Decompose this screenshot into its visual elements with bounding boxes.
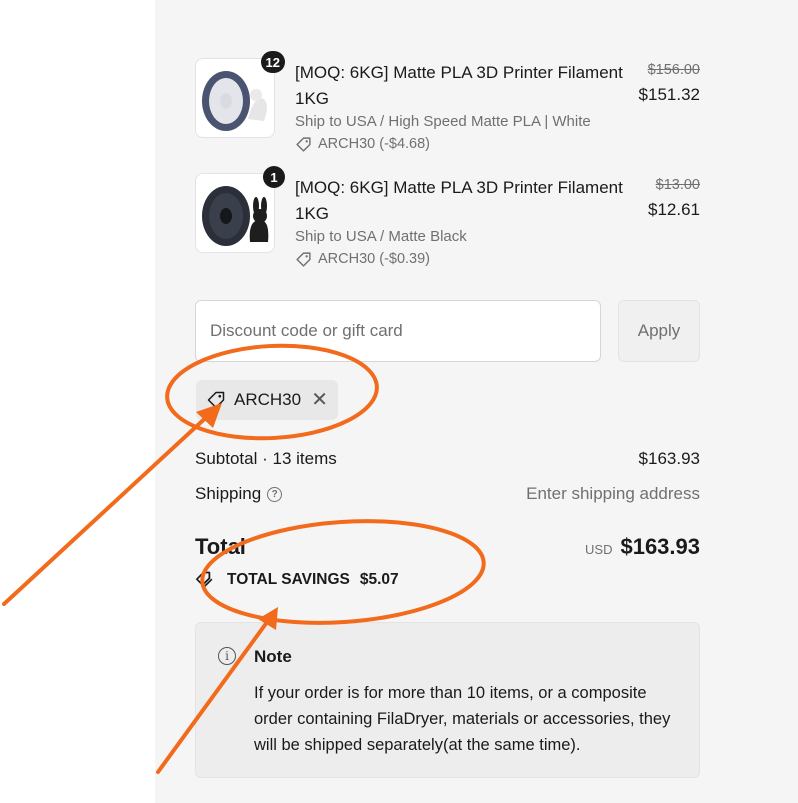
info-icon: i [218,647,236,665]
item-variant: Ship to USA / Matte Black [295,228,467,245]
item-discount: ARCH30 (-$0.39) [295,249,430,269]
savings-label: TOTAL SAVINGS [227,571,350,588]
tag-icon [296,136,311,152]
savings-value: $5.07 [359,571,399,588]
total-savings: TOTAL SAVINGS $5.07 [195,570,399,590]
item-discount-label: ARCH30 (-$0.39) [318,251,431,267]
discount-code-input[interactable] [195,300,601,362]
item-title: [MOQ: 6KG] Matte PLA 3D Printer Filament… [295,63,623,108]
help-icon[interactable]: ? [267,487,283,503]
spool-image [202,71,267,131]
savings-tag-icon [195,571,213,588]
item-discount-label: ARCH30 (-$4.68) [318,136,431,152]
total-amount: $163.93 [620,534,700,559]
shipping-label: Shipping [195,484,262,503]
tag-icon [296,251,311,267]
subtotal-value: $163.93 [638,449,700,468]
shipping-value: Enter shipping address [526,484,700,503]
note-body: If your order is for more than 10 items,… [254,684,671,754]
applied-code-label: ARCH30 [234,390,302,409]
product-thumbnail: 1 [195,166,285,253]
item-title: [MOQ: 6KG] Matte PLA 3D Printer Filament… [295,178,623,223]
total-label: Total [195,534,246,559]
apply-button[interactable]: Apply [618,300,700,362]
currency-code: USD [585,542,613,557]
original-price: $13.00 [655,177,700,193]
item-price: $151.32 [638,85,700,104]
item-price: $12.61 [648,200,700,219]
original-price: $156.00 [647,62,700,78]
shipping-row: Shipping? Enter shipping address [195,484,700,504]
total-amount-wrap: USD $163.93 [585,534,700,560]
tag-icon [207,391,225,409]
subtotal-row: Subtotal · 13 items $163.93 [195,449,700,469]
total-row: Total USD $163.93 [195,534,700,560]
line-item: 1 [MOQ: 6KG] Matte PLA 3D Printer Filame… [195,166,700,273]
item-variant: Ship to USA / High Speed Matte PLA | Whi… [295,113,591,130]
spool-image [202,186,269,246]
close-icon[interactable]: ✕ [311,390,328,410]
line-item: 12 [MOQ: 6KG] Matte PLA 3D Printer Filam… [195,51,700,158]
subtotal-label: Subtotal · 13 items [195,449,337,468]
quantity-badge: 12 [260,51,285,73]
quantity-badge: 1 [263,166,285,188]
item-discount: ARCH30 (-$4.68) [295,134,430,154]
shipping-label-wrap: Shipping? [195,484,283,504]
note-heading: Note [254,647,292,666]
shipping-note: i Note If your order is for more than 10… [195,622,700,778]
applied-discount-chip: ARCH30 ✕ [196,380,338,420]
product-thumbnail: 12 [195,51,285,138]
